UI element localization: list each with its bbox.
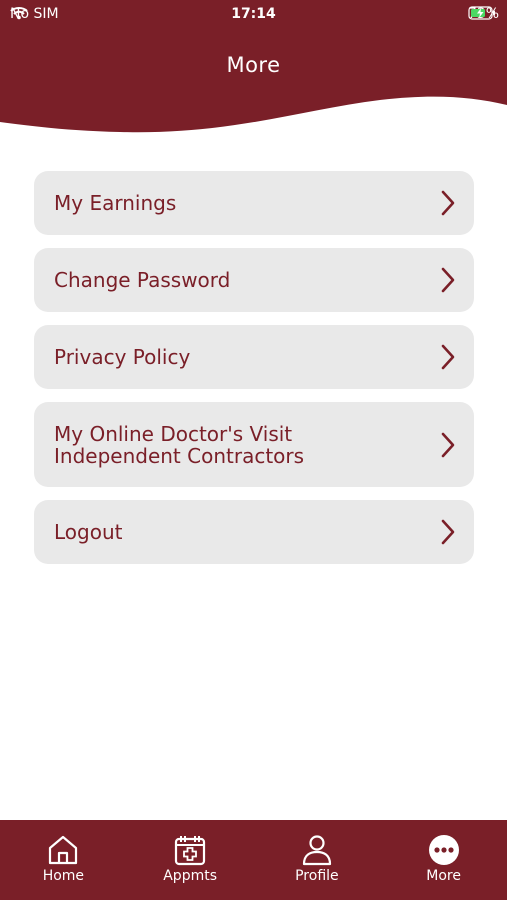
menu-item-privacy-policy[interactable]: Privacy Policy [34,325,474,389]
battery-group: 73% [468,6,499,22]
tab-bar: Home Appmts Profile More [0,820,507,900]
tab-label: Profile [295,868,339,884]
status-time: 17:14 [231,6,276,22]
tab-label: Appmts [163,868,218,884]
menu-item-my-earnings[interactable]: My Earnings [34,171,474,235]
menu-item-independent-contractors[interactable]: My Online Doctor's Visit Independent Con… [34,402,474,487]
tab-profile[interactable]: Profile [254,820,381,900]
chevron-right-icon [441,190,455,216]
menu-item-label: Privacy Policy [54,345,191,369]
calendar-plus-icon [175,836,206,866]
chevron-right-icon [441,267,455,293]
person-icon [302,835,331,866]
chevron-right-icon [441,432,455,457]
tab-appmts[interactable]: Appmts [127,820,254,900]
chevron-right-icon [441,519,455,545]
tab-home[interactable]: Home [0,820,127,900]
menu-item-label-line2: Independent Contractors [54,443,305,468]
menu-item-logout[interactable]: Logout [34,500,474,564]
menu-item-label: Logout [54,520,123,544]
header: No SIM 17:14 73% More [0,0,507,140]
tab-label: More [426,868,461,884]
tab-more[interactable]: More [380,820,507,900]
tab-label: Home [42,868,85,884]
menu-item-label: My Online Doctor's Visit Independent Con… [54,423,304,467]
menu-item-label-line1: My Online Doctor's Visit [54,421,293,446]
page-title: More [226,53,281,77]
menu-item-label: My Earnings [54,191,177,215]
more-menu: My Earnings Change Password Privacy Poli… [34,171,474,577]
menu-item-label: Change Password [54,268,231,292]
chevron-right-icon [441,344,455,370]
more-dots-icon [428,835,459,865]
home-icon [49,835,78,865]
battery-charging-icon [468,6,495,20]
status-bar: No SIM 17:14 73% [0,0,507,28]
menu-item-change-password[interactable]: Change Password [34,248,474,312]
